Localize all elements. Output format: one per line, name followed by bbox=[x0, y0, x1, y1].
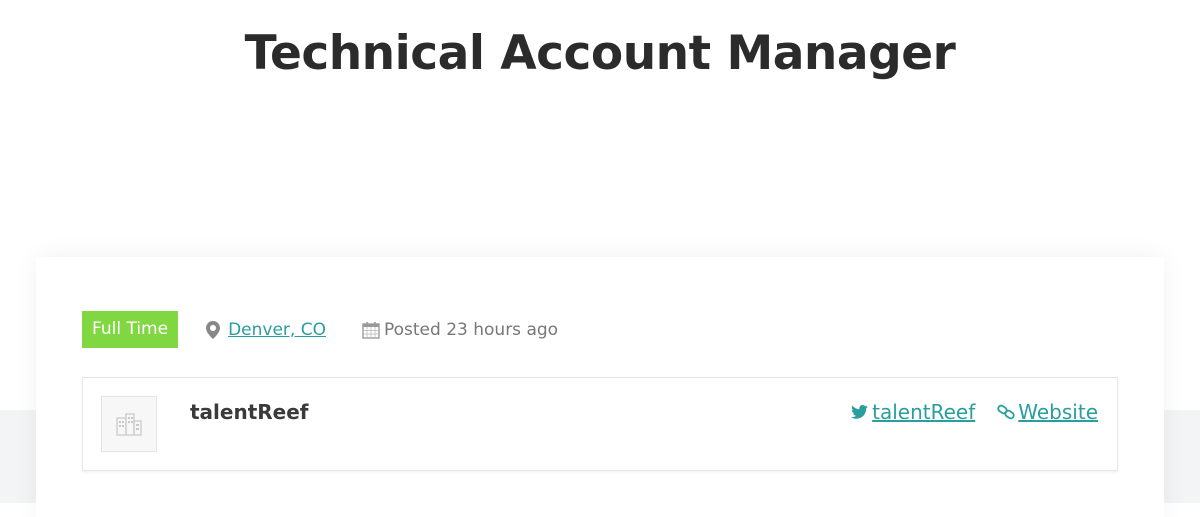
calendar-icon bbox=[362, 321, 380, 339]
company-links: talentReef Website bbox=[851, 400, 1098, 424]
posted-date: Posted 23 hours ago bbox=[362, 320, 558, 340]
job-type-badge: Full Time bbox=[82, 311, 179, 348]
twitter-icon bbox=[851, 405, 869, 419]
company-placeholder-icon bbox=[116, 413, 142, 436]
job-details-card: Full Time Denver, CO Posted 23 hours ago bbox=[36, 257, 1164, 517]
twitter-label: talentReef bbox=[872, 400, 976, 424]
job-location: Denver, CO bbox=[206, 320, 326, 340]
page-title: Technical Account Manager bbox=[244, 26, 956, 81]
job-meta: Full Time Denver, CO Posted 23 hours ago bbox=[82, 311, 558, 348]
map-pin-icon bbox=[206, 320, 221, 339]
location-link[interactable]: Denver, CO bbox=[228, 320, 326, 340]
company-info: talentReef talentReef Website bbox=[82, 377, 1118, 471]
website-label: Website bbox=[1018, 400, 1098, 424]
posted-text: Posted 23 hours ago bbox=[383, 319, 559, 340]
website-link[interactable]: Website bbox=[997, 400, 1098, 424]
company-logo bbox=[101, 396, 157, 452]
twitter-link[interactable]: talentReef bbox=[851, 400, 975, 424]
company-name: talentReef bbox=[190, 400, 309, 424]
link-icon bbox=[997, 404, 1015, 420]
